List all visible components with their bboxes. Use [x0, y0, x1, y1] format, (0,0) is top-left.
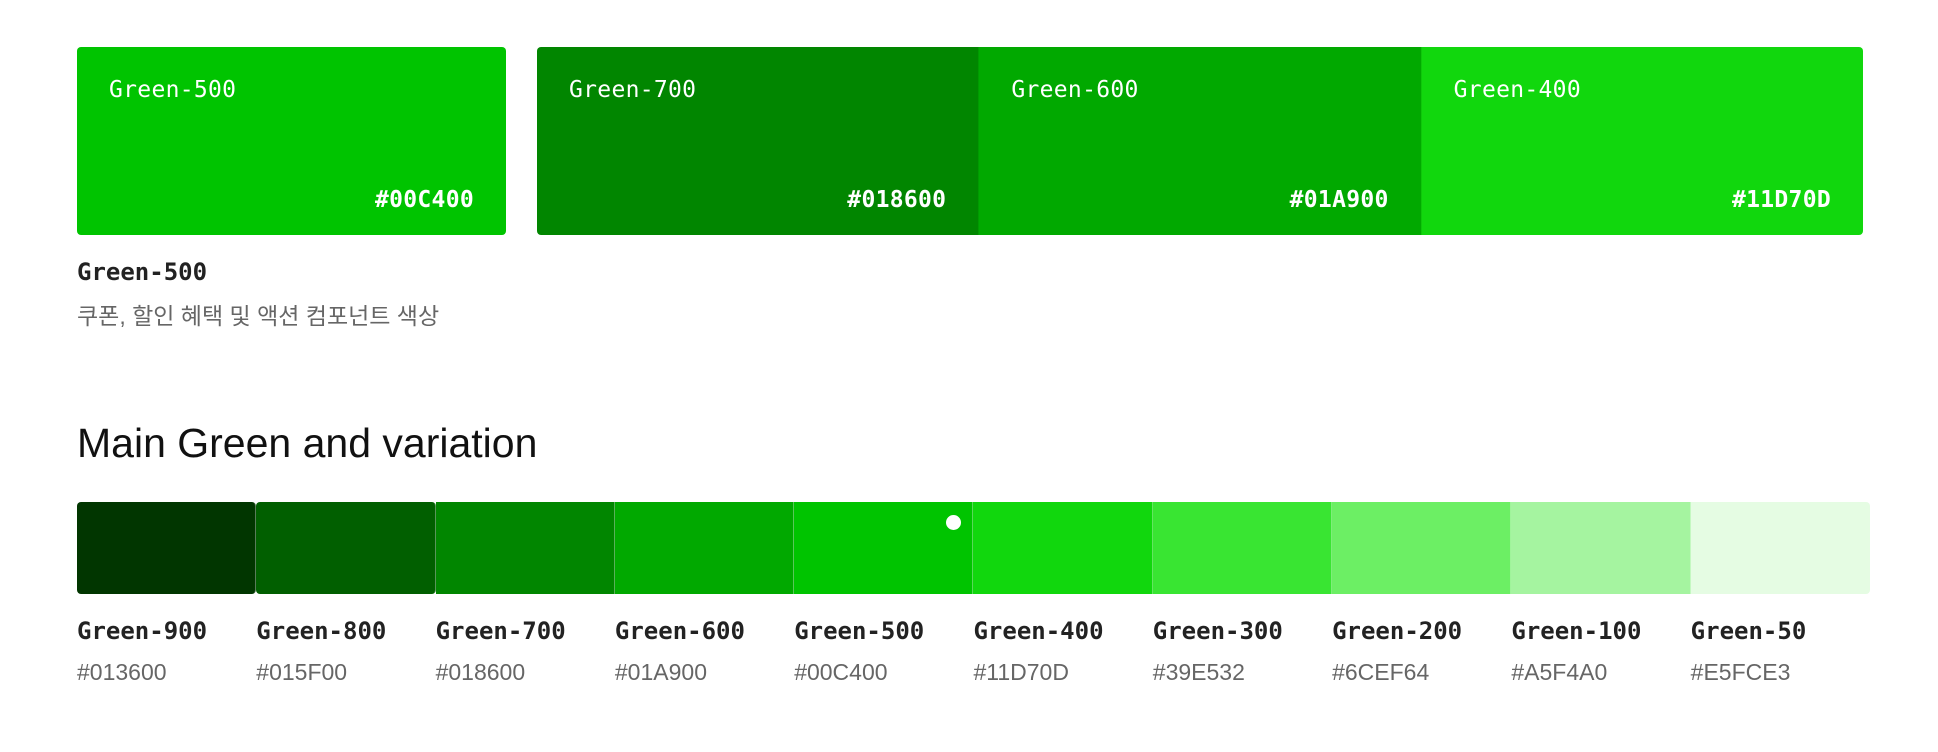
color-name-label: Green-400 [1453, 77, 1581, 103]
variation-card-green-600[interactable]: Green-600 #01A900 [978, 47, 1421, 235]
scale-color-name: Green-800 [256, 617, 387, 645]
scale-color-name: Green-400 [973, 617, 1104, 645]
scale-item-green-50[interactable]: Green-50 #E5FCE3 [1690, 502, 1870, 686]
section-title: Main Green and variation [77, 420, 538, 466]
color-hex-label: #018600 [847, 187, 947, 213]
scale-item-green-200[interactable]: Green-200 #6CEF64 [1332, 502, 1512, 686]
color-scale-row: Green-900 #013600 Green-800 #015F00 Gree… [77, 502, 1870, 686]
color-swatch[interactable] [435, 502, 615, 594]
color-swatch[interactable] [1152, 502, 1333, 594]
scale-color-name: Green-500 [794, 617, 925, 645]
scale-color-hex: #00C400 [794, 659, 888, 685]
primary-color-title: Green-500 [77, 258, 208, 286]
scale-color-name: Green-100 [1511, 617, 1642, 645]
scale-color-name: Green-900 [77, 617, 208, 645]
scale-item-green-400[interactable]: Green-400 #11D70D [973, 502, 1153, 686]
color-swatch[interactable] [614, 502, 795, 594]
color-swatch[interactable] [1332, 502, 1512, 594]
color-name-label: Green-600 [1011, 77, 1139, 103]
variation-card-green-700[interactable]: Green-700 #018600 [537, 47, 979, 235]
scale-item-green-100[interactable]: Green-100 #A5F4A0 [1511, 502, 1691, 686]
color-swatch[interactable] [1511, 502, 1691, 594]
color-name-label: Green-500 [109, 77, 237, 103]
scale-color-hex: #6CEF64 [1332, 659, 1430, 685]
color-swatch[interactable] [1690, 502, 1870, 594]
color-hex-label: #11D70D [1731, 187, 1831, 213]
selected-indicator-dot-icon [946, 515, 962, 530]
color-name-label: Green-700 [569, 77, 697, 103]
color-swatch[interactable] [256, 502, 436, 594]
variation-card-green-400[interactable]: Green-400 #11D70D [1420, 47, 1863, 235]
primary-color-description: 쿠폰, 할인 혜택 및 액션 컴포넌트 색상 [77, 303, 440, 329]
scale-color-name: Green-300 [1152, 617, 1283, 645]
color-swatch[interactable] [973, 502, 1153, 594]
scale-item-green-300[interactable]: Green-300 #39E532 [1152, 502, 1333, 686]
color-hex-label: #00C400 [374, 187, 474, 213]
scale-item-green-700[interactable]: Green-700 #018600 [435, 502, 615, 686]
scale-color-hex: #015F00 [256, 659, 348, 685]
scale-color-hex: #013600 [77, 659, 167, 685]
scale-color-hex: #01A900 [614, 659, 707, 685]
scale-color-hex: #11D70D [973, 659, 1069, 685]
primary-color-card[interactable]: Green-500 #00C400 [77, 47, 506, 235]
variation-card-group: Green-700 #018600 Green-600 #01A900 Gree… [537, 47, 1863, 235]
scale-color-name: Green-600 [614, 617, 745, 645]
scale-item-green-500[interactable]: Green-500 #00C400 [794, 502, 974, 686]
scale-color-hex: #018600 [435, 659, 526, 685]
scale-item-green-800[interactable]: Green-800 #015F00 [256, 502, 436, 686]
scale-color-hex: #A5F4A0 [1511, 659, 1608, 685]
scale-color-name: Green-200 [1332, 617, 1463, 645]
scale-color-hex: #39E532 [1152, 659, 1245, 685]
color-swatch[interactable] [77, 502, 257, 594]
scale-color-hex: #E5FCE3 [1690, 659, 1791, 685]
scale-color-name: Green-50 [1690, 617, 1807, 645]
color-swatch[interactable] [794, 502, 974, 594]
scale-color-name: Green-700 [435, 617, 566, 645]
color-hex-label: #01A900 [1289, 187, 1389, 213]
scale-item-green-600[interactable]: Green-600 #01A900 [614, 502, 795, 686]
scale-item-green-900[interactable]: Green-900 #013600 [77, 502, 257, 686]
